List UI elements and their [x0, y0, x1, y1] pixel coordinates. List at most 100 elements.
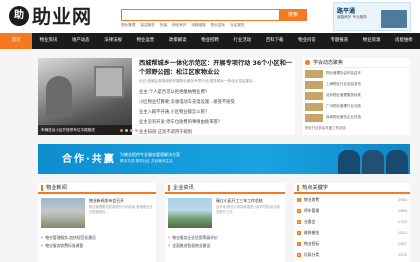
item-label: 深圳物业服务企业评选 [326, 115, 361, 119]
nav-item[interactable]: 地产动态 [65, 33, 97, 49]
keyword: 2 停车管理 [297, 208, 319, 214]
nav-item[interactable]: 行业活动 [226, 33, 258, 49]
slider-dot[interactable] [135, 129, 138, 132]
hot-search-link[interactable]: 安保 [160, 23, 167, 29]
cooperation-banner[interactable]: 合作·共赢 为物业提供专业服务管理解决方案 携手共进 服务社区 共创美好生活 [38, 144, 410, 174]
news-link[interactable]: 物业管理服务:加快规范化建设 [41, 234, 153, 242]
ad-image [381, 10, 407, 28]
keyword-row[interactable]: 3 业委会 1732 [294, 216, 410, 227]
search-button[interactable]: 搜索 [279, 9, 307, 21]
nav-item[interactable]: 专题报道 [323, 33, 355, 49]
logo-text: 助业网 [32, 6, 93, 28]
news-item[interactable]: 物业新闻发布会召开 物业管理服务质量提升行动启动,各地物业企业积极响应... [38, 194, 156, 228]
news-link[interactable]: 物业服务企业信用等级评价 [168, 234, 282, 242]
news-link[interactable]: 小区物业打算要:没收电动车充电设施...接受不接受 [139, 98, 293, 108]
column-header: 物业新闻 [38, 183, 156, 194]
section-marker-icon [168, 184, 170, 191]
keyword-label: 物业收费 [304, 196, 320, 202]
panel-item[interactable]: 北京物业管理服务标准 [303, 90, 410, 101]
hot-search-link[interactable]: 绿化养护 [172, 23, 186, 29]
rank-badge: 1 [297, 197, 301, 202]
nav-item[interactable]: 法律法规 [97, 33, 129, 49]
featured-text: 西城帮城乡一体化示范区：开展专项行动 36个小区和一个郊野公园：松江区家物业公 … [139, 60, 293, 138]
keyword-count: 1205 [397, 252, 407, 257]
panel-item[interactable]: 广州物业管理行业动态 [303, 101, 410, 112]
hot-searches: 物业管理 保洁服务 安保 绿化养护 电梯维保 物业招标 社区服务 [121, 23, 321, 29]
item-label: 物业管理协会年会召开 [326, 71, 361, 75]
hot-search-link[interactable]: 保洁服务 [140, 23, 154, 29]
photo-archway [46, 76, 72, 116]
nav-item[interactable]: 物业资讯 [32, 33, 64, 49]
news-link[interactable]: 全面推进智慧物业建设 [168, 242, 282, 250]
main-nav: 首页 物业资讯 地产动态 法律法规 物业运营 政策解读 物业招聘 行业活动 百科… [0, 33, 420, 49]
site-logo[interactable]: 助 助业网 [9, 4, 109, 28]
item-thumbnail [305, 69, 323, 78]
slider-dots [120, 129, 138, 132]
panel-item[interactable]: 上海物业行业协会发布 [303, 79, 410, 90]
nav-item[interactable]: 物业问答 [291, 33, 323, 49]
panel-item[interactable]: 物业管理协会年会召开 [303, 68, 410, 79]
hot-search-link[interactable]: 电梯维保 [191, 23, 205, 29]
hot-search-link[interactable]: 物业招标 [211, 23, 225, 29]
column-title: 企业资讯 [173, 185, 194, 191]
panel-item[interactable]: 深圳物业服务企业评选 [303, 112, 410, 123]
header-ad[interactable]: 路平通 道路养护 专业服务 [333, 2, 411, 31]
news-item-desc: 物业管理服务质量提升行动启动,各地物业企业积极响应... [89, 205, 153, 214]
news-link[interactable]: 业主入群不开通,小区物业都怎么管? [139, 108, 293, 118]
hot-search-link[interactable]: 社区服务 [230, 23, 244, 29]
news-item-body: 物业新闻发布会召开 物业管理服务质量提升行动启动,各地物业企业积极响应... [89, 198, 153, 228]
nav-item[interactable]: 物业资源 [355, 33, 387, 49]
nav-item-home[interactable]: 首页 [0, 33, 33, 49]
nav-item[interactable]: 物业招聘 [194, 33, 226, 49]
news-links: 物业管理服务:加快规范化建设 物业服务收费标准调整 [38, 228, 156, 250]
news-link[interactable]: 物业服务收费标准调整 [41, 242, 153, 250]
keyword-row[interactable]: 1 物业收费 2580 [294, 194, 410, 205]
logo-mark: 助 [9, 5, 29, 26]
news-item[interactable]: 瑞江小区开工三年工作总结 近年来,物业公司持续推进小区环境改善与服务提升工作..… [165, 194, 285, 228]
person-figure [362, 150, 384, 174]
featured-title[interactable]: 西城帮城乡一体化示范区：开展专项行动 36个小区和一个郊野公园：松江区家物业公 [139, 60, 293, 77]
featured-summary: 近日,西城区政府组织开展物业服务专项行动,推进城乡一体化示范区建设... [139, 79, 257, 83]
news-link[interactable]: 业主知道:这里不适用于规划 [139, 128, 293, 138]
keyword: 6 垃圾分类 [297, 252, 319, 258]
news-links: 物业服务企业信用等级评价 全面推进智慧物业建设 [165, 228, 285, 250]
news-link[interactable]: 业主没有开发:停车位收费的事情由谁来管? [139, 118, 293, 128]
person-figure [338, 150, 360, 174]
photo-window [94, 66, 124, 98]
keyword: 4 维修基金 [297, 230, 319, 236]
news-thumbnail [168, 198, 212, 228]
rank-badge: 2 [297, 208, 301, 213]
item-thumbnail [305, 113, 323, 122]
slider-dot[interactable] [120, 129, 123, 132]
featured-list: 业主:个人是否可以拒绝缴纳物业费? 小区物业打算要:没收电动车充电设施...接受… [139, 88, 293, 138]
slider-dot[interactable] [125, 129, 128, 132]
keyword-row[interactable]: 4 维修基金 1521 [294, 227, 410, 238]
item-thumbnail [305, 91, 323, 100]
association-panel: 学会动态聚焦 物业管理协会年会召开 上海物业行业协会发布 北京物业管理服务标准 … [303, 58, 410, 135]
search-input[interactable] [121, 9, 289, 21]
slider-dot[interactable] [130, 129, 133, 132]
nav-item[interactable]: 物业运营 [129, 33, 161, 49]
nav-item[interactable]: 房屋维修 [388, 33, 420, 49]
hot-search-link[interactable]: 物业管理 [121, 23, 135, 29]
keyword-row[interactable]: 2 停车管理 1964 [294, 205, 410, 216]
banner-title: 合作·共赢 [62, 154, 116, 165]
keyword-label: 物业招标 [304, 240, 320, 246]
nav-item[interactable]: 百科下载 [259, 33, 291, 49]
news-item-body: 瑞江小区开工三年工作总结 近年来,物业公司持续推进小区环境改善与服务提升工作..… [216, 198, 282, 228]
item-label: 上海物业行业协会发布 [326, 82, 361, 86]
person-figure [386, 150, 408, 174]
keyword-row[interactable]: 6 垃圾分类 1205 [294, 249, 410, 260]
keyword-label: 业委会 [304, 218, 316, 224]
column-title: 热点关键字 [302, 185, 328, 191]
panel-footer[interactable]: 物业行业协会年度工作总结 [303, 126, 410, 131]
rank-badge: 5 [297, 241, 301, 246]
featured-news: 车辆进出小区开放停车位平稳推进 西城帮城乡一体化示范区：开展专项行动 36个小区… [38, 58, 295, 135]
keyword-count: 1964 [397, 208, 407, 213]
keyword-row[interactable]: 5 物业招标 1387 [294, 238, 410, 249]
keyword: 3 业委会 [297, 219, 315, 225]
featured-photo[interactable]: 车辆进出小区开放停车位平稳推进 [38, 58, 138, 135]
nav-item[interactable]: 政策解读 [162, 33, 194, 49]
bullet-icon [305, 60, 310, 65]
news-link[interactable]: 业主:个人是否可以拒绝缴纳物业费? [139, 88, 293, 98]
